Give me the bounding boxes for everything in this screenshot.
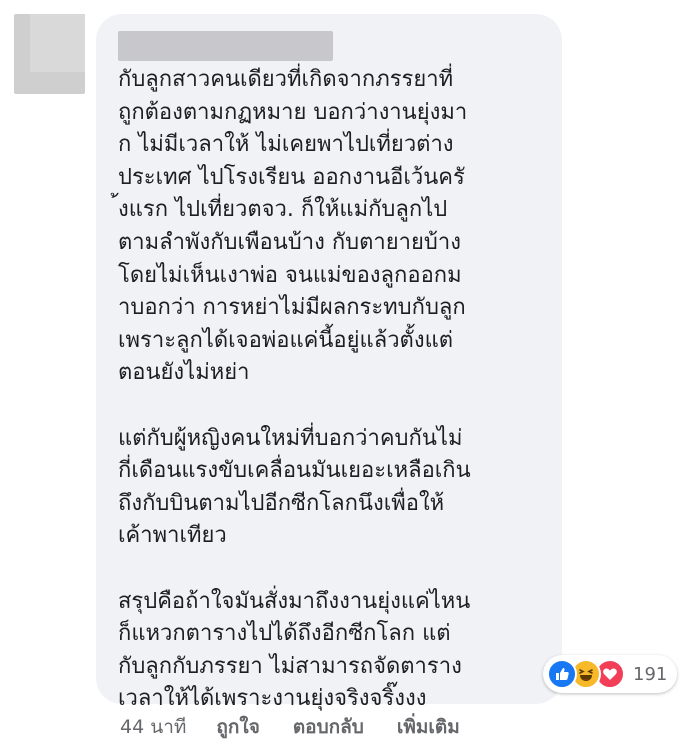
like-button[interactable]: ถูกใจ	[216, 712, 259, 742]
comment-actions: 44 นาที ถูกใจ ตอบกลับ เพิ่มเติม	[120, 710, 493, 744]
more-button[interactable]: เพิ่มเติม	[397, 712, 460, 742]
reaction-summary[interactable]: 191	[543, 655, 678, 693]
like-icon	[547, 659, 577, 689]
avatar-image-blurred	[30, 14, 85, 72]
comment-thread: กับลูกสาวคนเดียวที่เกิดจากภรรยาที่ ถูกต้…	[0, 0, 700, 752]
reply-button[interactable]: ตอบกลับ	[293, 712, 364, 742]
timestamp[interactable]: 44 นาที	[120, 712, 186, 742]
comment-bubble: กับลูกสาวคนเดียวที่เกิดจากภรรยาที่ ถูกต้…	[96, 14, 562, 711]
reaction-count: 191	[633, 663, 668, 685]
avatar[interactable]	[14, 14, 85, 94]
author-name-redacted[interactable]	[118, 31, 333, 61]
comment-body: กับลูกสาวคนเดียวที่เกิดจากภรรยาที่ ถูกต้…	[118, 67, 471, 712]
